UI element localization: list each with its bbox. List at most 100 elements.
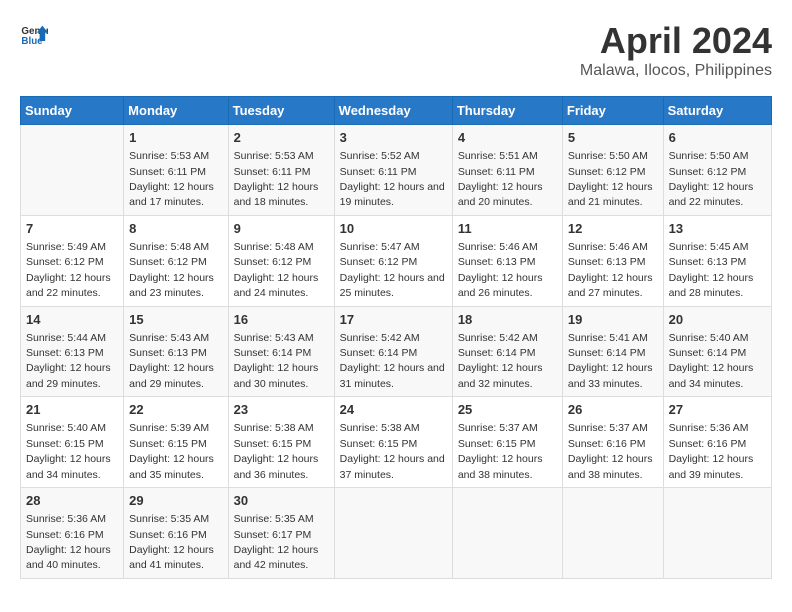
sunrise-info: Sunrise: 5:37 AMSunset: 6:15 PMDaylight:…: [458, 422, 543, 480]
sunrise-info: Sunrise: 5:42 AMSunset: 6:14 PMDaylight:…: [340, 332, 445, 390]
sunrise-info: Sunrise: 5:50 AMSunset: 6:12 PMDaylight:…: [669, 150, 754, 208]
sunrise-info: Sunrise: 5:47 AMSunset: 6:12 PMDaylight:…: [340, 241, 445, 299]
weekday-header-sunday: Sunday: [21, 97, 124, 125]
day-number: 24: [340, 401, 447, 419]
day-number: 10: [340, 220, 447, 238]
calendar-week-row: 14 Sunrise: 5:44 AMSunset: 6:13 PMDayligh…: [21, 306, 772, 397]
logo: General Blue: [20, 20, 48, 48]
sunrise-info: Sunrise: 5:46 AMSunset: 6:13 PMDaylight:…: [568, 241, 653, 299]
day-number: 25: [458, 401, 557, 419]
calendar-cell: 18Sunrise: 5:42 AMSunset: 6:14 PMDayligh…: [452, 306, 562, 397]
day-number: 2: [234, 129, 329, 147]
day-number: 3: [340, 129, 447, 147]
sunrise-info: Sunrise: 5:48 AMSunset: 6:12 PMDaylight:…: [234, 241, 319, 299]
day-number: 23: [234, 401, 329, 419]
calendar-week-row: 1 Sunrise: 5:53 AMSunset: 6:11 PMDaylight…: [21, 125, 772, 216]
day-number: 22: [129, 401, 222, 419]
sunrise-info: Sunrise: 5:52 AMSunset: 6:11 PMDaylight:…: [340, 150, 445, 208]
title-block: April 2024 Malawa, Ilocos, Philippines: [580, 20, 772, 80]
calendar-cell: 29 Sunrise: 5:35 AMSunset: 6:16 PMDayligh…: [124, 488, 228, 579]
sunrise-info: Sunrise: 5:35 AMSunset: 6:17 PMDaylight:…: [234, 513, 319, 571]
sunrise-info: Sunrise: 5:43 AMSunset: 6:13 PMDaylight:…: [129, 332, 214, 390]
calendar-cell: 27 Sunrise: 5:36 AMSunset: 6:16 PMDayligh…: [663, 397, 771, 488]
weekday-header-tuesday: Tuesday: [228, 97, 334, 125]
weekday-header-friday: Friday: [562, 97, 663, 125]
sunrise-info: Sunrise: 5:51 AMSunset: 6:11 PMDaylight:…: [458, 150, 543, 208]
day-number: 21: [26, 401, 118, 419]
day-number: 15: [129, 311, 222, 329]
weekday-header-wednesday: Wednesday: [334, 97, 452, 125]
calendar-cell: 4 Sunrise: 5:51 AMSunset: 6:11 PMDaylight…: [452, 125, 562, 216]
calendar-cell: [663, 488, 771, 579]
day-number: 29: [129, 492, 222, 510]
sunrise-info: Sunrise: 5:38 AMSunset: 6:15 PMDaylight:…: [234, 422, 319, 480]
calendar-cell: 7 Sunrise: 5:49 AMSunset: 6:12 PMDaylight…: [21, 215, 124, 306]
day-number: 26: [568, 401, 658, 419]
day-number: 27: [669, 401, 766, 419]
sunrise-info: Sunrise: 5:40 AMSunset: 6:15 PMDaylight:…: [26, 422, 111, 480]
calendar-cell: 6 Sunrise: 5:50 AMSunset: 6:12 PMDaylight…: [663, 125, 771, 216]
calendar-week-row: 21 Sunrise: 5:40 AMSunset: 6:15 PMDayligh…: [21, 397, 772, 488]
calendar-cell: 1 Sunrise: 5:53 AMSunset: 6:11 PMDaylight…: [124, 125, 228, 216]
calendar-cell: 21 Sunrise: 5:40 AMSunset: 6:15 PMDayligh…: [21, 397, 124, 488]
day-number: 16: [234, 311, 329, 329]
calendar-cell: 12 Sunrise: 5:46 AMSunset: 6:13 PMDayligh…: [562, 215, 663, 306]
sunrise-info: Sunrise: 5:40 AMSunset: 6:14 PMDaylight:…: [669, 332, 754, 390]
day-number: 30: [234, 492, 329, 510]
sunrise-info: Sunrise: 5:50 AMSunset: 6:12 PMDaylight:…: [568, 150, 653, 208]
calendar-cell: 2 Sunrise: 5:53 AMSunset: 6:11 PMDaylight…: [228, 125, 334, 216]
calendar-cell: 25 Sunrise: 5:37 AMSunset: 6:15 PMDayligh…: [452, 397, 562, 488]
calendar-cell: 14 Sunrise: 5:44 AMSunset: 6:13 PMDayligh…: [21, 306, 124, 397]
day-number: 6: [669, 129, 766, 147]
day-number: 9: [234, 220, 329, 238]
sunrise-info: Sunrise: 5:53 AMSunset: 6:11 PMDaylight:…: [234, 150, 319, 208]
day-number: 11: [458, 220, 557, 238]
day-number: 7: [26, 220, 118, 238]
sunrise-info: Sunrise: 5:44 AMSunset: 6:13 PMDaylight:…: [26, 332, 111, 390]
day-number: 14: [26, 311, 118, 329]
sunrise-info: Sunrise: 5:48 AMSunset: 6:12 PMDaylight:…: [129, 241, 214, 299]
calendar-cell: 28Sunrise: 5:36 AMSunset: 6:16 PMDayligh…: [21, 488, 124, 579]
day-number: 17: [340, 311, 447, 329]
day-number: 8: [129, 220, 222, 238]
day-number: 4: [458, 129, 557, 147]
calendar-cell: 5 Sunrise: 5:50 AMSunset: 6:12 PMDaylight…: [562, 125, 663, 216]
calendar-cell: 16Sunrise: 5:43 AMSunset: 6:14 PMDayligh…: [228, 306, 334, 397]
calendar-cell: 24 Sunrise: 5:38 AMSunset: 6:15 PMDayligh…: [334, 397, 452, 488]
sunrise-info: Sunrise: 5:49 AMSunset: 6:12 PMDaylight:…: [26, 241, 111, 299]
day-number: 1: [129, 129, 222, 147]
calendar-cell: 9 Sunrise: 5:48 AMSunset: 6:12 PMDaylight…: [228, 215, 334, 306]
sunrise-info: Sunrise: 5:46 AMSunset: 6:13 PMDaylight:…: [458, 241, 543, 299]
calendar-cell: [452, 488, 562, 579]
sunrise-info: Sunrise: 5:36 AMSunset: 6:16 PMDaylight:…: [669, 422, 754, 480]
location: Malawa, Ilocos, Philippines: [580, 62, 772, 80]
sunrise-info: Sunrise: 5:53 AMSunset: 6:11 PMDaylight:…: [129, 150, 214, 208]
sunrise-info: Sunrise: 5:35 AMSunset: 6:16 PMDaylight:…: [129, 513, 214, 571]
sunrise-info: Sunrise: 5:38 AMSunset: 6:15 PMDaylight:…: [340, 422, 445, 480]
sunrise-info: Sunrise: 5:39 AMSunset: 6:15 PMDaylight:…: [129, 422, 214, 480]
calendar-cell: 11 Sunrise: 5:46 AMSunset: 6:13 PMDayligh…: [452, 215, 562, 306]
day-number: 12: [568, 220, 658, 238]
calendar-week-row: 7 Sunrise: 5:49 AMSunset: 6:12 PMDaylight…: [21, 215, 772, 306]
calendar-cell: 23 Sunrise: 5:38 AMSunset: 6:15 PMDayligh…: [228, 397, 334, 488]
weekday-header-monday: Monday: [124, 97, 228, 125]
calendar-cell: 19Sunrise: 5:41 AMSunset: 6:14 PMDayligh…: [562, 306, 663, 397]
calendar-cell: 10 Sunrise: 5:47 AMSunset: 6:12 PMDayligh…: [334, 215, 452, 306]
sunrise-info: Sunrise: 5:36 AMSunset: 6:16 PMDaylight:…: [26, 513, 111, 571]
weekday-header-thursday: Thursday: [452, 97, 562, 125]
calendar-cell: 8 Sunrise: 5:48 AMSunset: 6:12 PMDaylight…: [124, 215, 228, 306]
day-number: 20: [669, 311, 766, 329]
calendar-cell: [334, 488, 452, 579]
sunrise-info: Sunrise: 5:42 AMSunset: 6:14 PMDaylight:…: [458, 332, 543, 390]
calendar-cell: 22 Sunrise: 5:39 AMSunset: 6:15 PMDayligh…: [124, 397, 228, 488]
day-number: 5: [568, 129, 658, 147]
weekday-header-row: SundayMondayTuesdayWednesdayThursdayFrid…: [21, 97, 772, 125]
calendar-cell: [21, 125, 124, 216]
day-number: 19: [568, 311, 658, 329]
calendar-cell: 26Sunrise: 5:37 AMSunset: 6:16 PMDayligh…: [562, 397, 663, 488]
month-title: April 2024: [580, 20, 772, 62]
sunrise-info: Sunrise: 5:45 AMSunset: 6:13 PMDaylight:…: [669, 241, 754, 299]
calendar-cell: [562, 488, 663, 579]
page-header: General Blue April 2024 Malawa, Ilocos, …: [20, 20, 772, 80]
calendar-cell: 15 Sunrise: 5:43 AMSunset: 6:13 PMDayligh…: [124, 306, 228, 397]
